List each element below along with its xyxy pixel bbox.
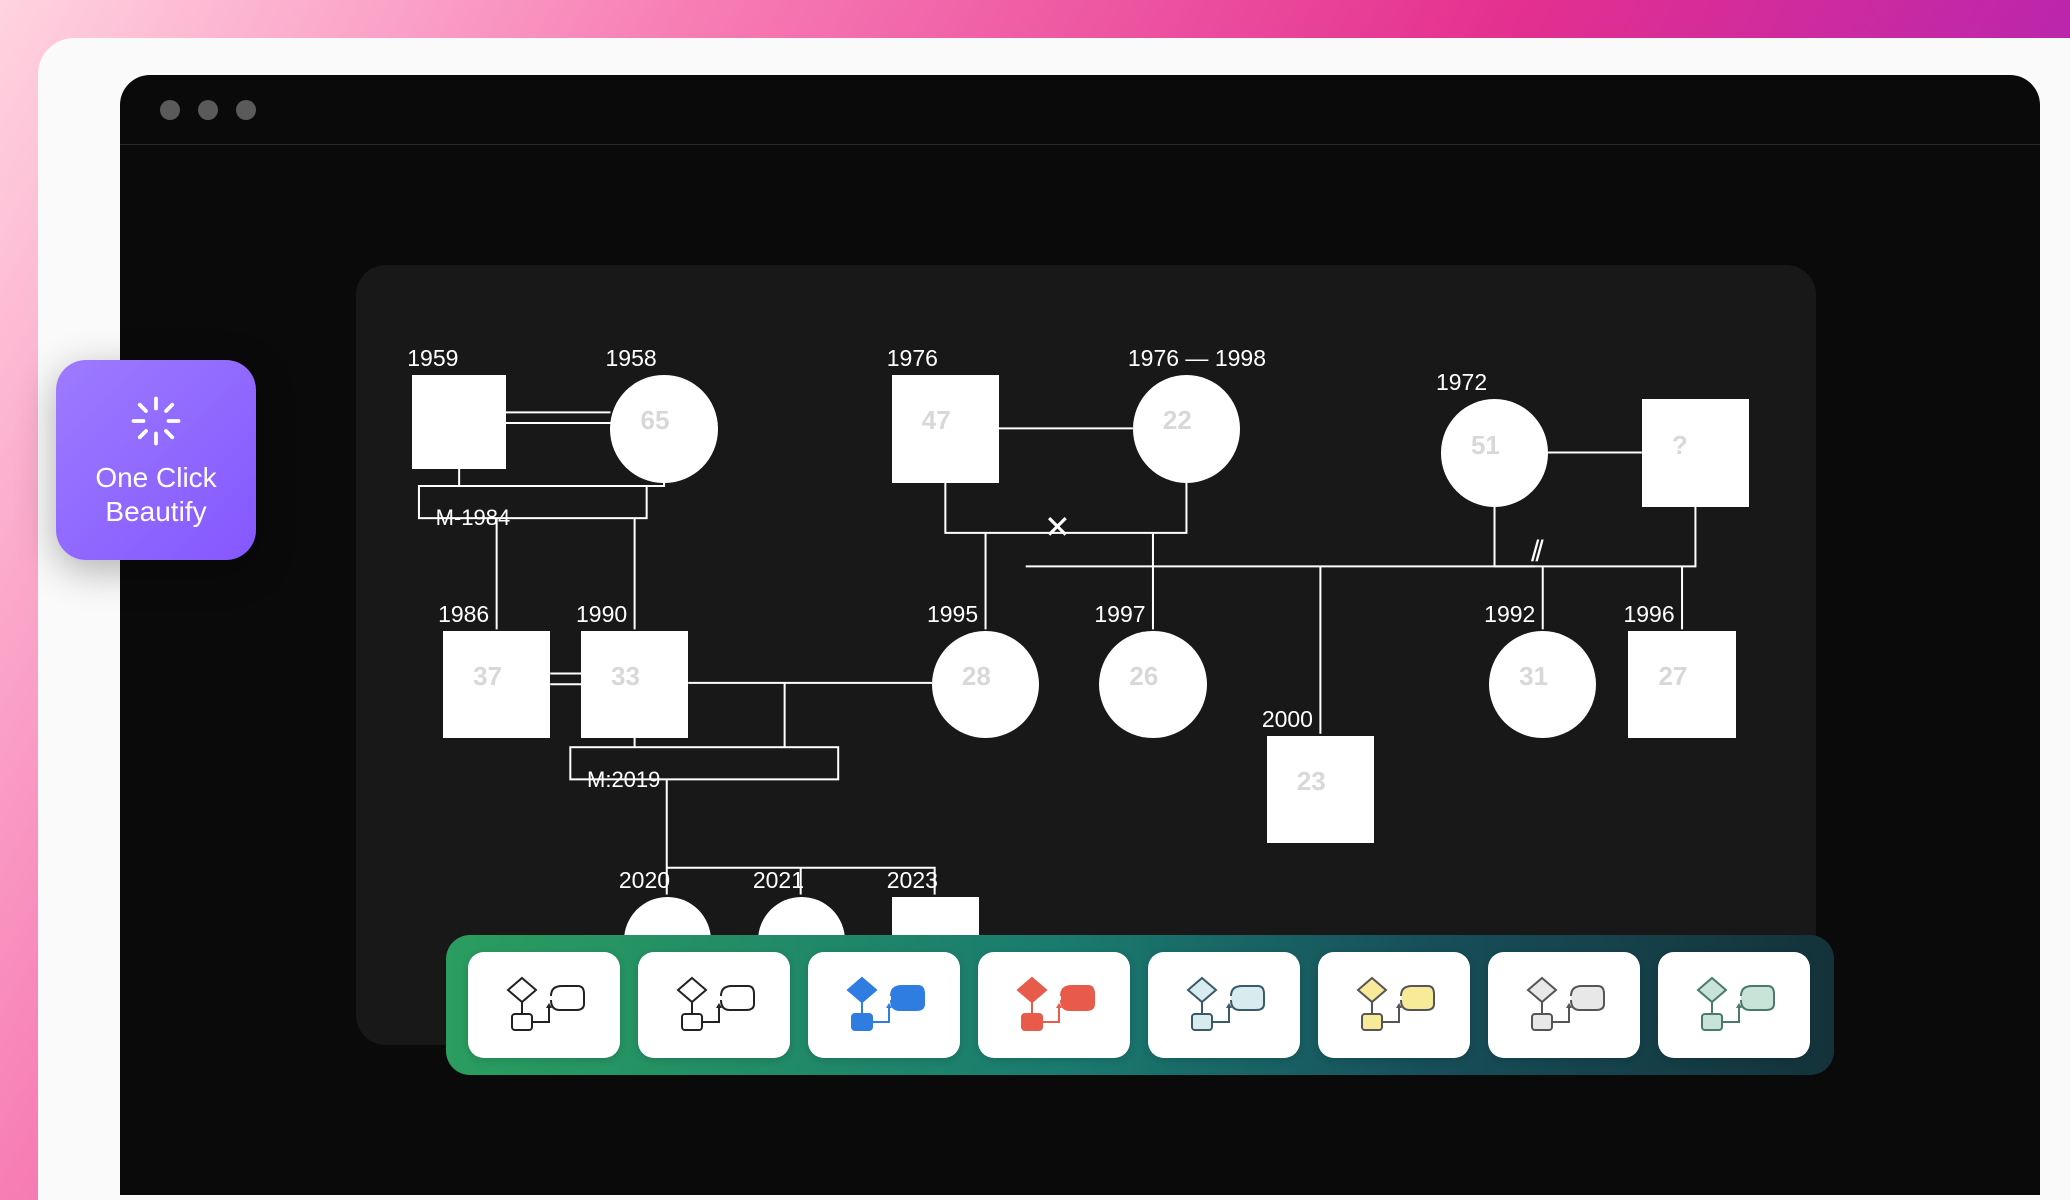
- sparkle-icon: [126, 391, 186, 451]
- node-year-label: 1976: [887, 345, 938, 372]
- marriage-label: M:2019: [587, 767, 660, 793]
- node-year-label: 2021: [753, 867, 804, 894]
- node-age-label: 31: [1519, 661, 1548, 692]
- node-year-label: 2000: [1262, 706, 1313, 733]
- one-click-beautify-badge[interactable]: One ClickBeautify: [56, 360, 256, 560]
- node-age-label: 65: [640, 405, 669, 436]
- node-age-label: 27: [1658, 661, 1687, 692]
- traffic-light-zoom[interactable]: [236, 100, 256, 120]
- node-age-label: 47: [922, 405, 951, 436]
- node-year-label: 2023: [887, 867, 938, 894]
- node-age-label: 26: [1129, 661, 1158, 692]
- window-titlebar: [120, 75, 2040, 145]
- node-year-label: 1972: [1436, 369, 1487, 396]
- divorce-cross-icon: ✕: [1044, 508, 1071, 546]
- node-age-label: 22: [1163, 405, 1192, 436]
- traffic-light-minimize[interactable]: [198, 100, 218, 120]
- node-year-label: 2020: [619, 867, 670, 894]
- traffic-light-close[interactable]: [160, 100, 180, 120]
- node-age-label: 33: [611, 661, 640, 692]
- node-age-label: ?: [1672, 430, 1688, 461]
- separation-slashes-icon: //: [1531, 535, 1540, 569]
- style-option-s5[interactable]: [1148, 952, 1300, 1058]
- node-year-label: 1958: [605, 345, 656, 372]
- style-option-s3[interactable]: [808, 952, 960, 1058]
- node-age-label: 37: [473, 661, 502, 692]
- style-option-s1[interactable]: [468, 952, 620, 1058]
- genogram-node-p1959[interactable]: [412, 375, 506, 469]
- node-age-label: 51: [1471, 430, 1500, 461]
- node-age-label: 28: [962, 661, 991, 692]
- genogram-node-punk[interactable]: [1642, 399, 1749, 507]
- node-year-label: 1976 — 1998: [1128, 345, 1266, 372]
- marriage-label: M-1984: [436, 505, 511, 531]
- node-year-label: 1996: [1623, 601, 1674, 628]
- style-option-s2[interactable]: [638, 952, 790, 1058]
- style-option-s4[interactable]: [978, 952, 1130, 1058]
- node-year-label: 1995: [927, 601, 978, 628]
- style-option-s6[interactable]: [1318, 952, 1470, 1058]
- node-year-label: 1990: [576, 601, 627, 628]
- style-option-s8[interactable]: [1658, 952, 1810, 1058]
- node-year-label: 1997: [1094, 601, 1145, 628]
- node-year-label: 1986: [438, 601, 489, 628]
- style-picker-toolbar: [446, 935, 1834, 1075]
- node-year-label: 1992: [1484, 601, 1535, 628]
- beautify-label: One ClickBeautify: [95, 461, 216, 528]
- node-age-label: 23: [1297, 766, 1326, 797]
- style-option-s7[interactable]: [1488, 952, 1640, 1058]
- diagram-canvas[interactable]: 1959 1958 65 1986 37 1990 33 1976 47 1976 — 1998 2…: [356, 265, 1816, 1045]
- genogram-svg: [356, 265, 1816, 1042]
- node-year-label: 1959: [407, 345, 458, 372]
